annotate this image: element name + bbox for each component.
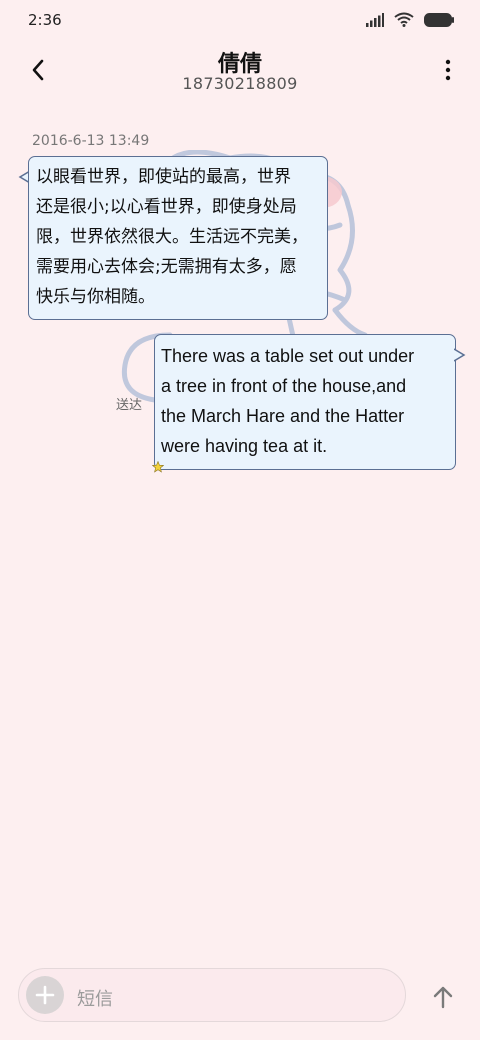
- status-icons: [366, 12, 454, 27]
- send-arrow-icon: [433, 986, 453, 1009]
- signal-icon: [366, 12, 384, 27]
- message-line: were having tea at it.: [161, 436, 328, 456]
- conversation-header: 倩倩 18730218809: [0, 40, 480, 100]
- message-line: 以眼看世界，即使站的最高，世界: [36, 167, 291, 187]
- message-line: 还是很小;以心看世界，即使身处局: [36, 197, 297, 217]
- battery-icon: [424, 12, 454, 27]
- delivery-status: 送达: [116, 398, 143, 413]
- status-time: 2:36: [28, 11, 62, 29]
- incoming-message-bubble[interactable]: 以眼看世界，即使站的最高，世界 还是很小;以心看世界，即使身处局 限，世界依然很…: [28, 156, 328, 320]
- wifi-icon: [394, 12, 414, 27]
- contact-number: 18730218809: [182, 74, 298, 93]
- message-line: 限，世界依然很大。生活远不完美，: [36, 227, 308, 247]
- message-line: 快乐与你相随。: [36, 287, 155, 307]
- message-composer[interactable]: 短信: [18, 968, 406, 1022]
- attach-button[interactable]: [26, 976, 64, 1014]
- plus-icon: [35, 985, 55, 1005]
- outgoing-message-bubble[interactable]: There was a table set out under a tree i…: [154, 334, 456, 470]
- message-line: a tree in front of the house,and: [161, 376, 407, 396]
- send-button[interactable]: [426, 980, 460, 1014]
- message-input[interactable]: 短信: [77, 985, 113, 1011]
- star-icon: [152, 461, 164, 473]
- more-options-button[interactable]: [440, 54, 456, 86]
- status-bar: 2:36: [0, 0, 480, 40]
- message-line: There was a table set out under: [161, 346, 415, 366]
- bubble-tail-outgoing: [454, 348, 466, 362]
- message-line: the March Hare and the Hatter: [161, 406, 405, 426]
- more-vert-icon: [445, 59, 451, 81]
- message-timestamp: 2016-6-13 13:49: [32, 133, 150, 149]
- message-line: 需要用心去体会;无需拥有太多，愿: [36, 257, 297, 277]
